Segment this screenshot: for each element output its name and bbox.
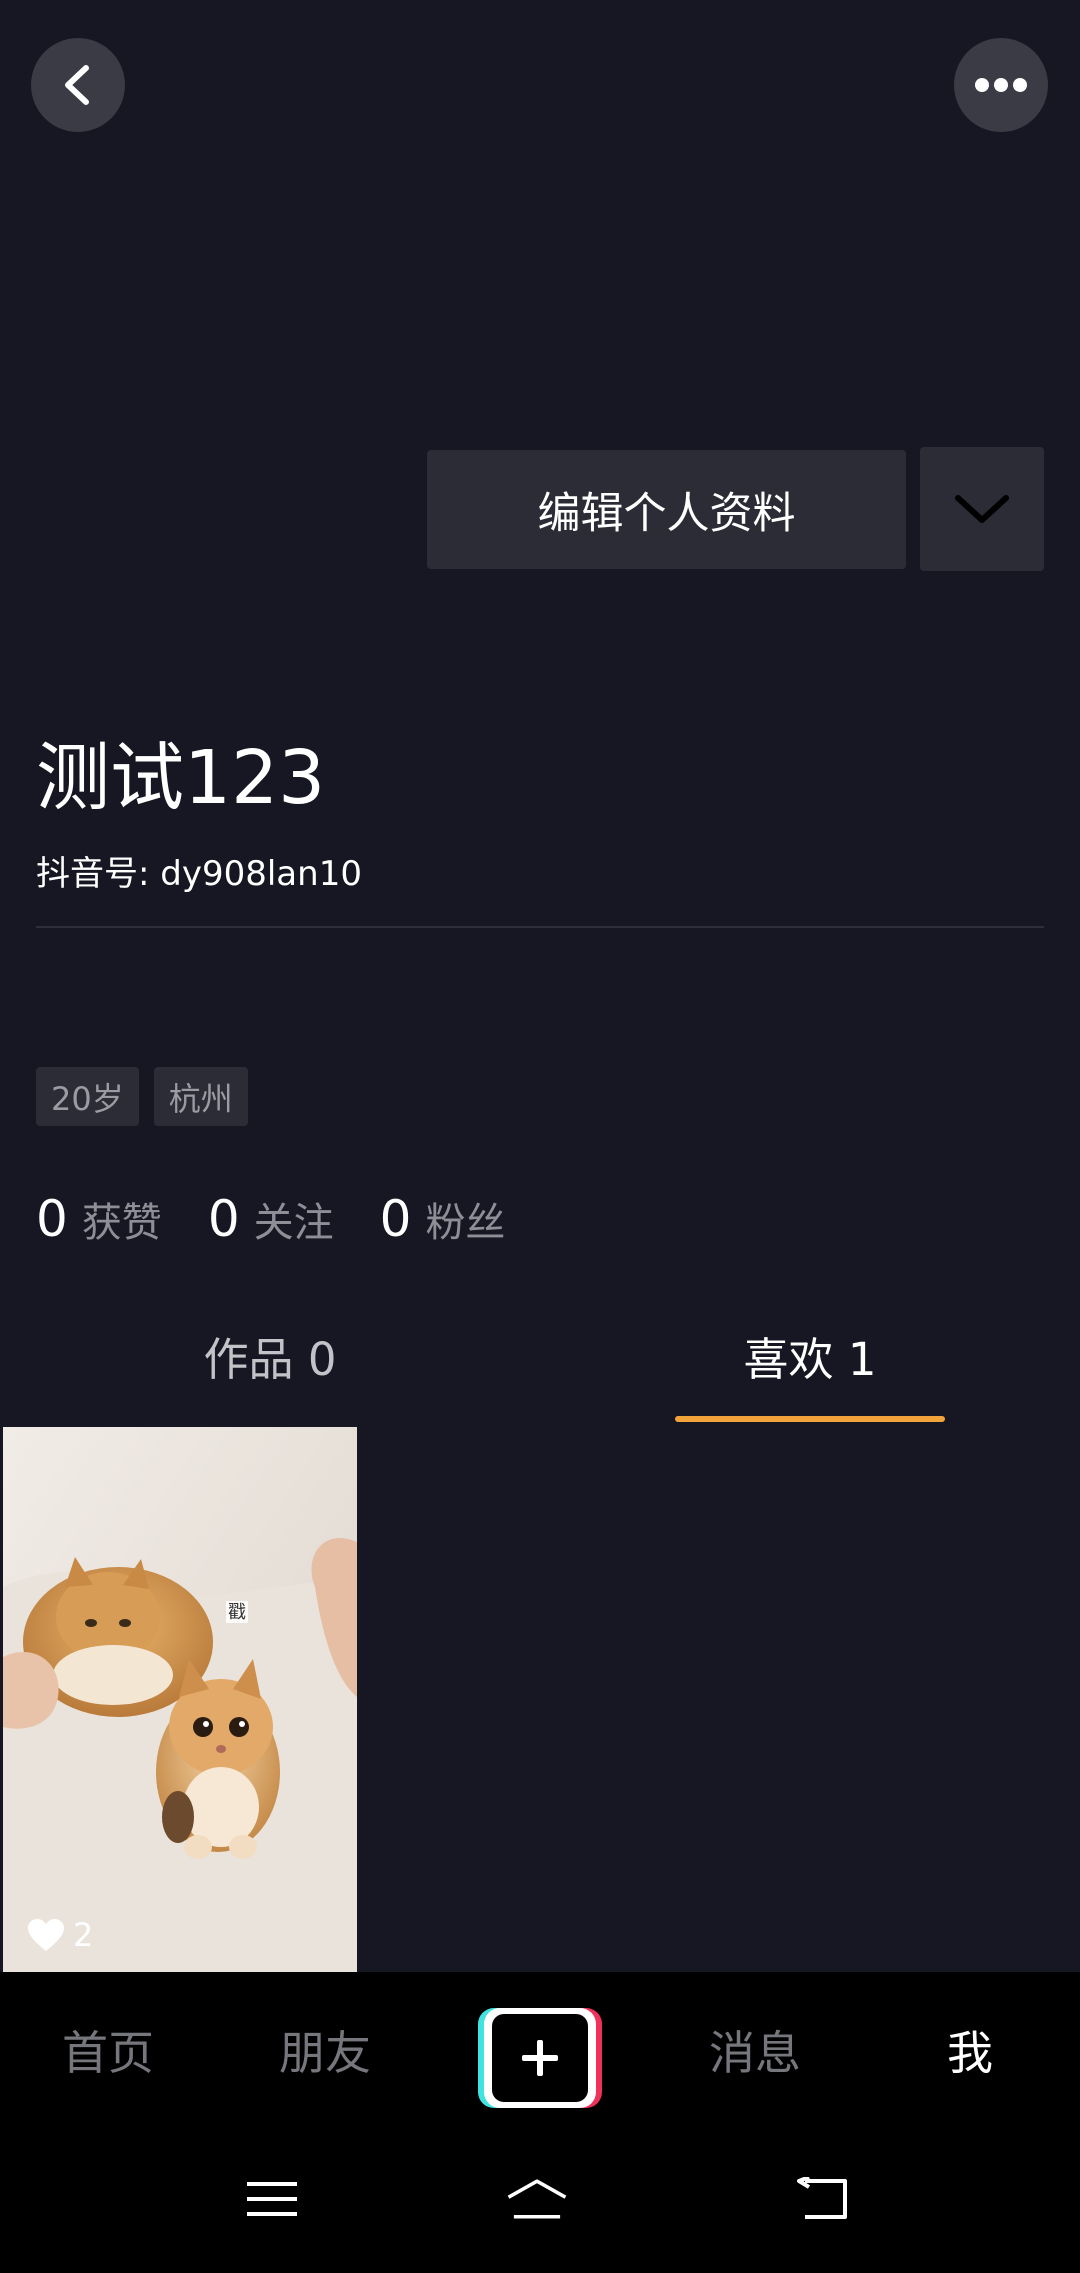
- heart-icon: [28, 1919, 64, 1951]
- nav-home[interactable]: 首页: [30, 1972, 186, 2127]
- back-icon: [797, 2177, 847, 2219]
- system-nav-bar: [0, 2127, 1080, 2273]
- chevron-left-icon: [65, 65, 89, 105]
- profile-tags: 20岁 杭州: [36, 1067, 248, 1126]
- nav-friends[interactable]: 朋友: [245, 1972, 405, 2127]
- age-tag: 20岁: [36, 1067, 139, 1126]
- edit-profile-button[interactable]: 编辑个人资料: [427, 450, 906, 569]
- stat-label: 关注: [253, 1200, 334, 1246]
- more-button[interactable]: [954, 38, 1048, 132]
- stat-label: 获赞: [81, 1200, 162, 1246]
- create-button-face: [484, 2008, 596, 2108]
- nickname: 测试123: [36, 735, 326, 821]
- profile-stats: 0 获赞 0 关注 0 粉丝: [36, 1190, 505, 1248]
- divider: [36, 926, 1044, 928]
- active-tab-indicator: [675, 1416, 945, 1422]
- douyin-id: 抖音号: dy908lan10: [36, 854, 362, 894]
- create-button[interactable]: [478, 2008, 602, 2108]
- video-thumbnail[interactable]: 戳 2: [3, 1427, 357, 1972]
- stat-followers[interactable]: 0 粉丝: [380, 1190, 506, 1248]
- home-icon: [507, 2179, 567, 2219]
- location-tag: 杭州: [153, 1067, 248, 1126]
- expand-button[interactable]: [920, 447, 1044, 571]
- stat-number: 0: [36, 1190, 68, 1248]
- stat-number: 0: [207, 1190, 240, 1248]
- stat-following[interactable]: 0 关注: [208, 1190, 334, 1248]
- overlay-text: 戳: [228, 1602, 246, 1623]
- like-count-value: 2: [73, 1916, 94, 1954]
- back-button[interactable]: [31, 38, 125, 132]
- bottom-nav: 首页 朋友 消息 我: [0, 1972, 1080, 2127]
- edit-profile-label: 编辑个人资料: [537, 488, 796, 539]
- create-button-inner: [492, 2014, 588, 2102]
- profile-page: 编辑个人资料 测试123 抖音号: dy908lan10 20岁 杭州 0 获赞…: [0, 0, 1080, 2273]
- nav-messages[interactable]: 消息: [680, 1972, 830, 2127]
- chevron-down-icon: [955, 495, 1009, 523]
- system-home-button[interactable]: [505, 2167, 569, 2231]
- video-like-count: 2: [27, 1916, 93, 1954]
- stat-number: 0: [379, 1190, 412, 1248]
- plus-icon: [522, 2040, 558, 2076]
- ellipsis-icon: [975, 78, 1027, 92]
- menu-icon: [247, 2182, 297, 2216]
- stat-likes-received[interactable]: 0 获赞: [36, 1190, 162, 1248]
- tab-likes[interactable]: 喜欢 1: [540, 1300, 1080, 1410]
- system-back-button[interactable]: [790, 2167, 854, 2231]
- cats-video-image: 戳: [3, 1427, 357, 1972]
- system-menu-button[interactable]: [240, 2167, 304, 2231]
- content-tabs: 作品 0 喜欢 1: [0, 1300, 1080, 1425]
- stat-label: 粉丝: [425, 1200, 506, 1246]
- tab-works[interactable]: 作品 0: [0, 1300, 540, 1410]
- nav-me[interactable]: 我: [900, 1972, 1040, 2127]
